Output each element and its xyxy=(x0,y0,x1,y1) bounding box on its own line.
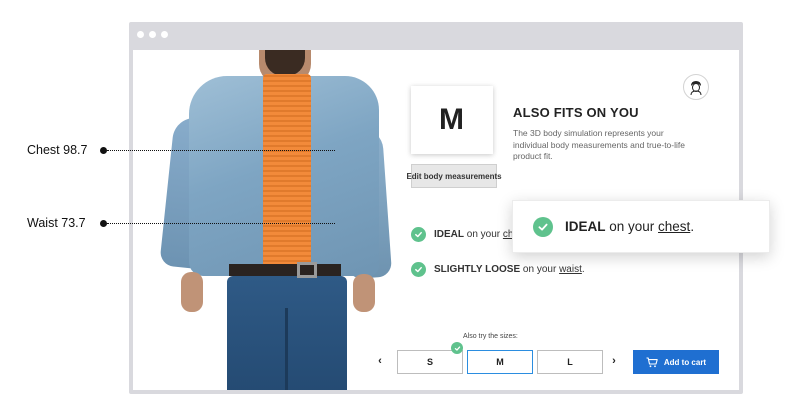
waist-leader-line xyxy=(107,223,335,224)
fit-row-waist: SLIGHTLY LOOSE on your waist. xyxy=(411,262,585,277)
checkmark-icon xyxy=(533,216,553,237)
fits-title: ALSO FITS ON YOU xyxy=(513,105,639,120)
chest-measurement-label: Chest 98.7 xyxy=(27,143,88,157)
fit-middle: on your xyxy=(520,264,560,275)
fit-callout: IDEAL on your chest. xyxy=(512,200,770,253)
cart-icon xyxy=(646,356,658,367)
fit-end: . xyxy=(581,264,585,275)
fit-text-waist: SLIGHTLY LOOSE on your waist. xyxy=(434,264,585,275)
fit-body-part-link[interactable]: waist xyxy=(559,264,582,275)
fit-verdict: IDEAL xyxy=(434,229,464,240)
recommended-size: M xyxy=(411,86,493,154)
window-dot xyxy=(149,31,156,38)
stage: M ALSO FITS ON YOU The 3D body simulatio… xyxy=(0,0,800,418)
jeans-seam xyxy=(285,308,288,390)
add-to-cart-label: Add to cart xyxy=(663,357,707,367)
waist-marker-dot xyxy=(100,220,107,227)
chevron-left-icon[interactable]: ‹ xyxy=(373,354,387,368)
fit-middle: on your xyxy=(464,229,503,240)
model-hand-left xyxy=(181,272,203,312)
size-option-s[interactable]: S xyxy=(397,350,463,374)
window-controls xyxy=(137,31,168,38)
also-try-label: Also try the sizes: xyxy=(463,333,518,340)
chest-leader-line xyxy=(107,150,335,151)
orange-shirt xyxy=(263,74,311,270)
avatar-icon-glyph xyxy=(690,81,702,95)
callout-body-part-link[interactable]: chest xyxy=(658,219,690,234)
callout-verdict: IDEAL xyxy=(565,219,606,234)
callout-end: . xyxy=(690,219,695,234)
fit-verdict: SLIGHTLY LOOSE xyxy=(434,264,521,275)
avatar-icon[interactable] xyxy=(683,74,709,100)
model-hand-right xyxy=(353,274,375,312)
window-dot xyxy=(137,31,144,38)
chevron-right-icon[interactable]: › xyxy=(607,354,621,368)
belt-buckle xyxy=(297,262,317,278)
add-to-cart-button[interactable]: Add to cart xyxy=(633,350,719,374)
size-option-m[interactable]: M xyxy=(467,350,533,374)
waist-measurement-label: Waist 73.7 xyxy=(27,216,86,230)
selected-size-checkmark-icon xyxy=(451,342,463,354)
checkmark-icon xyxy=(411,227,426,242)
window-dot xyxy=(161,31,168,38)
callout-middle: on your xyxy=(605,219,659,234)
chest-marker-dot xyxy=(100,147,107,154)
fits-description: The 3D body simulation represents your i… xyxy=(513,128,685,161)
size-option-l[interactable]: L xyxy=(537,350,603,374)
edit-measurements-button[interactable]: Edit body measurements xyxy=(406,164,502,188)
callout-text: IDEAL on your chest. xyxy=(565,219,694,234)
belt xyxy=(229,264,341,276)
model-image xyxy=(159,50,393,390)
checkmark-icon xyxy=(411,262,426,277)
